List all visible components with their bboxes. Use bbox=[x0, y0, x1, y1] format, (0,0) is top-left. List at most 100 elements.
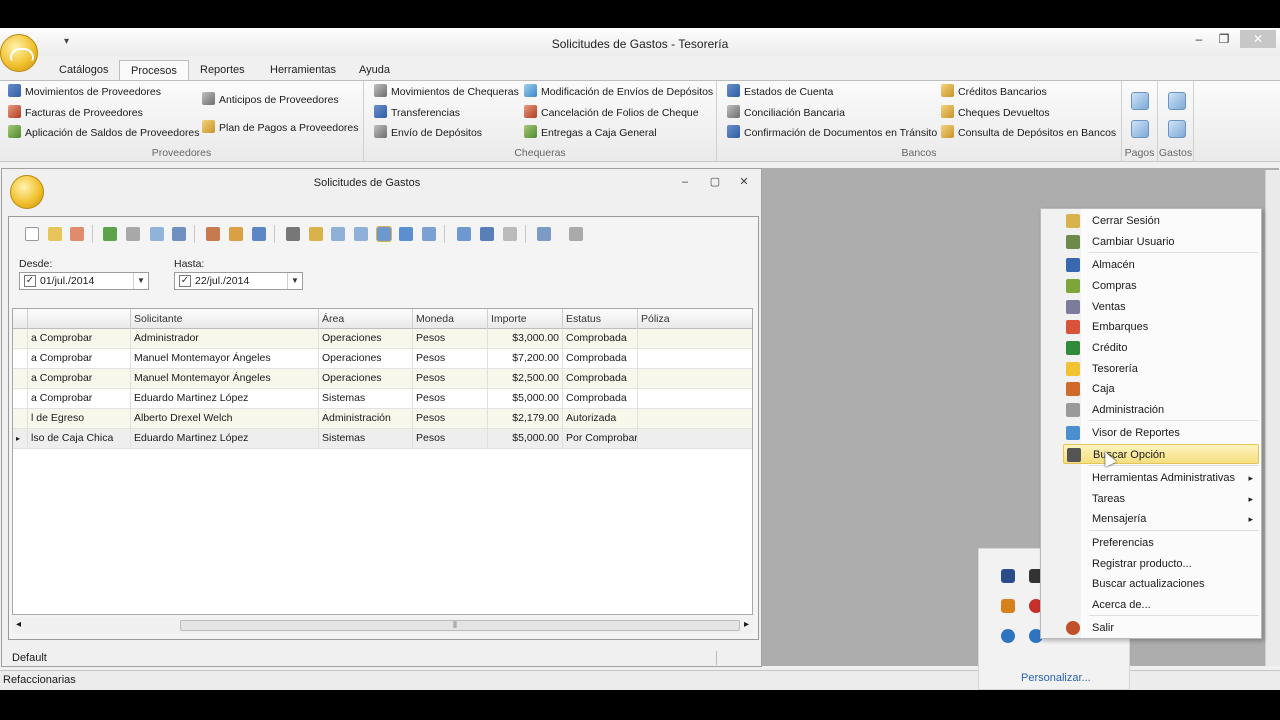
aplicacion-saldos-button[interactable]: Aplicación de Saldos de Proveedores bbox=[8, 125, 200, 141]
check-view-icon[interactable] bbox=[399, 227, 413, 241]
menu-item-credito[interactable]: Crédito bbox=[1063, 338, 1259, 358]
menu-item-registrar-producto[interactable]: Registrar producto... bbox=[1063, 554, 1259, 574]
app-tray-icon[interactable] bbox=[1001, 599, 1015, 613]
row-indicator[interactable] bbox=[13, 349, 28, 369]
delete-icon[interactable] bbox=[70, 227, 84, 241]
cell-solicitante[interactable]: Manuel Montemayor Ángeles bbox=[131, 369, 319, 389]
cell-area[interactable]: Operaciones bbox=[319, 349, 413, 369]
menu-item-cambiar-usuario[interactable]: Cambiar Usuario bbox=[1063, 232, 1259, 252]
cell-solicitante[interactable]: Eduardo Martinez López bbox=[131, 389, 319, 409]
tab-catalogos[interactable]: Catálogos bbox=[48, 60, 120, 81]
minimize-button[interactable]: – bbox=[1186, 30, 1212, 48]
plan-pagos-button[interactable]: Plan de Pagos a Proveedores bbox=[202, 120, 359, 136]
desde-date-picker[interactable]: ✓ 01/jul./2014 ▼ bbox=[19, 272, 149, 290]
options-dropdown-icon[interactable] bbox=[569, 227, 583, 241]
chevron-down-icon[interactable]: ▼ bbox=[133, 273, 148, 289]
conciliacion-bancaria-button[interactable]: Conciliación Bancaria bbox=[727, 105, 845, 121]
cell-poliza[interactable] bbox=[638, 389, 752, 409]
scroll-right-icon[interactable]: ▸ bbox=[744, 619, 749, 630]
transferencias-button[interactable]: Transferencias bbox=[374, 105, 460, 121]
cell-estatus[interactable]: Comprobada bbox=[563, 349, 638, 369]
cell-moneda[interactable]: Pesos bbox=[413, 409, 488, 429]
cancelacion-folios-button[interactable]: Cancelación de Folios de Cheque bbox=[524, 105, 699, 121]
column-header-moneda[interactable]: Moneda bbox=[413, 309, 488, 329]
cell-tipo[interactable]: a Comprobar bbox=[28, 329, 131, 349]
cell-importe[interactable]: $5,000.00 bbox=[488, 429, 563, 449]
cell-importe[interactable]: $3,000.00 bbox=[488, 329, 563, 349]
expense-request-icon[interactable] bbox=[1168, 92, 1186, 110]
form-view-icon[interactable] bbox=[422, 227, 436, 241]
cell-importe[interactable]: $5,000.00 bbox=[488, 389, 563, 409]
cell-moneda[interactable]: Pesos bbox=[413, 429, 488, 449]
row-indicator[interactable]: ▸ bbox=[13, 429, 28, 449]
cheques-devueltos-button[interactable]: Cheques Devueltos bbox=[941, 105, 1050, 121]
column-header-importe[interactable]: Importe bbox=[488, 309, 563, 329]
new-icon[interactable] bbox=[25, 227, 39, 241]
column-header-area[interactable]: Área bbox=[319, 309, 413, 329]
column-header-poliza[interactable]: Póliza bbox=[638, 309, 752, 329]
table-row[interactable]: a Comprobar Manuel Montemayor Ángeles Oper… bbox=[13, 369, 752, 389]
menu-item-visor-de-reportes[interactable]: Visor de Reportes bbox=[1063, 423, 1259, 443]
app-menu-button[interactable] bbox=[0, 34, 38, 72]
menu-item-administracion[interactable]: Administración bbox=[1063, 400, 1259, 420]
movimientos-proveedores-button[interactable]: Movimientos de Proveedores bbox=[8, 84, 161, 100]
tab-procesos[interactable]: Procesos bbox=[119, 60, 189, 81]
estados-cuenta-button[interactable]: Estados de Cuenta bbox=[727, 84, 833, 100]
chart-icon[interactable] bbox=[480, 227, 494, 241]
cell-poliza[interactable] bbox=[638, 349, 752, 369]
send-icon[interactable] bbox=[252, 227, 266, 241]
group-icon[interactable] bbox=[309, 227, 323, 241]
creditos-bancarios-button[interactable]: Créditos Bancarios bbox=[941, 84, 1047, 100]
cell-tipo[interactable]: lso de Caja Chica bbox=[28, 429, 131, 449]
consulta-depositos-button[interactable]: Consulta de Depósitos en Bancos bbox=[941, 125, 1116, 141]
menu-item-ventas[interactable]: Ventas bbox=[1063, 297, 1259, 317]
row-indicator[interactable] bbox=[13, 409, 28, 429]
cell-area[interactable]: Sistemas bbox=[319, 429, 413, 449]
menu-item-tareas[interactable]: Tareas ▸ bbox=[1063, 489, 1259, 509]
cell-importe[interactable]: $2,500.00 bbox=[488, 369, 563, 389]
table-row[interactable]: a Comprobar Manuel Montemayor Ángeles Oper… bbox=[13, 349, 752, 369]
menu-item-acerca-de[interactable]: Acerca de... bbox=[1063, 595, 1259, 615]
cell-moneda[interactable]: Pesos bbox=[413, 329, 488, 349]
payment-icon[interactable] bbox=[1131, 92, 1149, 110]
cell-poliza[interactable] bbox=[638, 409, 752, 429]
menu-item-compras[interactable]: Compras bbox=[1063, 276, 1259, 296]
cell-tipo[interactable]: a Comprobar bbox=[28, 369, 131, 389]
payment-apply-icon[interactable] bbox=[1131, 120, 1149, 138]
facturas-proveedores-button[interactable]: Facturas de Proveedores bbox=[8, 105, 143, 121]
row-indicator[interactable] bbox=[13, 369, 28, 389]
column-header-tipo[interactable] bbox=[28, 309, 131, 329]
layout-dropdown-icon[interactable] bbox=[537, 227, 551, 241]
grid-view-icon[interactable] bbox=[354, 227, 368, 241]
cell-estatus[interactable]: Comprobada bbox=[563, 329, 638, 349]
chevron-down-icon[interactable]: ▼ bbox=[287, 273, 302, 289]
cell-moneda[interactable]: Pesos bbox=[413, 349, 488, 369]
sync-icon[interactable] bbox=[1001, 629, 1015, 643]
scroll-thumb[interactable]: ⦀ bbox=[180, 620, 740, 631]
hasta-date-picker[interactable]: ✓ 22/jul./2014 ▼ bbox=[174, 272, 303, 290]
cell-importe[interactable]: $2,179.00 bbox=[488, 409, 563, 429]
menu-item-buscar-actualizaciones[interactable]: Buscar actualizaciones bbox=[1063, 574, 1259, 594]
pivot-icon[interactable] bbox=[457, 227, 471, 241]
menu-item-almacen[interactable]: Almacén bbox=[1063, 255, 1259, 275]
child-close-button[interactable]: ✕ bbox=[735, 175, 753, 189]
scroll-left-icon[interactable]: ◂ bbox=[16, 619, 21, 630]
modificacion-envios-button[interactable]: Modificación de Envíos de Depósitos bbox=[524, 84, 713, 100]
cell-tipo[interactable]: a Comprobar bbox=[28, 389, 131, 409]
search-icon[interactable] bbox=[126, 227, 140, 241]
menu-item-salir[interactable]: Salir bbox=[1063, 618, 1259, 638]
table-view-icon[interactable] bbox=[376, 226, 392, 242]
bluetooth-icon[interactable] bbox=[1001, 569, 1015, 583]
desde-checkbox[interactable]: ✓ bbox=[24, 275, 36, 287]
grid-horizontal-scrollbar[interactable]: ◂ ⦀ ▸ bbox=[12, 617, 753, 633]
edit-icon[interactable] bbox=[48, 227, 62, 241]
cell-moneda[interactable]: Pesos bbox=[413, 369, 488, 389]
cell-solicitante[interactable]: Eduardo Martinez López bbox=[131, 429, 319, 449]
columns-icon[interactable] bbox=[331, 227, 345, 241]
confirmacion-documentos-button[interactable]: Confirmación de Documentos en Tránsito bbox=[727, 125, 937, 141]
cell-area[interactable]: Operaciones bbox=[319, 369, 413, 389]
print-icon[interactable] bbox=[503, 227, 517, 241]
table-row[interactable]: ▸ lso de Caja Chica Eduardo Martinez López… bbox=[13, 429, 752, 449]
column-header-solicitante[interactable]: Solicitante bbox=[131, 309, 319, 329]
cell-importe[interactable]: $7,200.00 bbox=[488, 349, 563, 369]
